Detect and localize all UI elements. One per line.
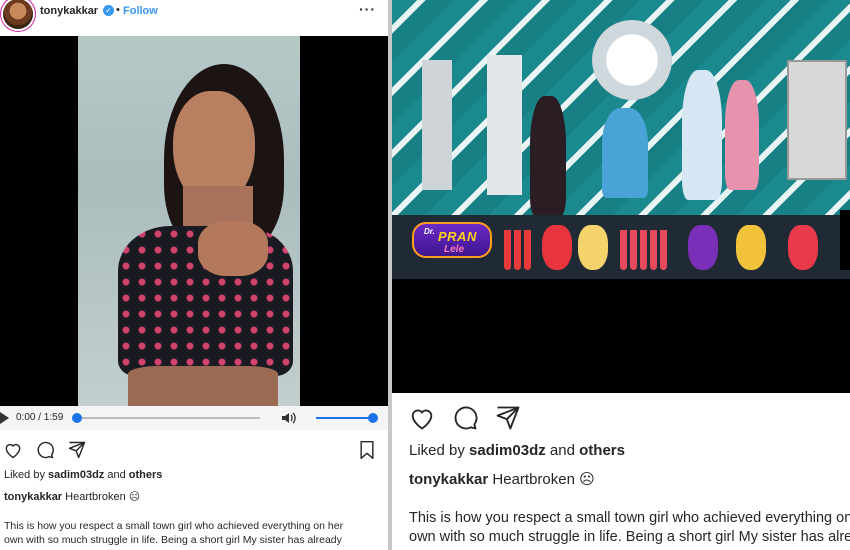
- caption: tonykakkar Heartbroken ☹: [4, 490, 140, 503]
- liker-username-link[interactable]: sadim03dz: [48, 469, 104, 481]
- caption-text: Heartbroken ☹: [492, 471, 595, 488]
- caption-text: Heartbroken ☹: [65, 491, 141, 503]
- right-post: Dr. PRAN Lele Liked by sadim03dz and oth…: [392, 0, 850, 550]
- video-time: 0:00 / 1:59: [16, 412, 64, 423]
- description-line: own with so much struggle in life. Being…: [409, 529, 850, 545]
- and-label: and: [107, 469, 126, 481]
- verified-badge-icon: ✓: [103, 5, 114, 16]
- description: This is how you respect a small town gir…: [409, 509, 850, 547]
- liked-by-label: Liked by: [4, 469, 45, 481]
- avatar[interactable]: [3, 0, 33, 29]
- video-controls: 0:00 / 1:59: [0, 406, 388, 430]
- volume-handle[interactable]: [368, 413, 378, 423]
- caption-username-link[interactable]: tonykakkar: [4, 491, 62, 503]
- username-link[interactable]: tonykakkar: [40, 5, 98, 17]
- post-actions: [0, 440, 388, 464]
- liked-by-label: Liked by: [409, 442, 465, 459]
- post-header: tonykakkar ✓ • Follow ···: [0, 0, 388, 30]
- description: This is how you respect a small town gir…: [4, 519, 380, 547]
- play-icon[interactable]: [0, 412, 9, 424]
- caption: tonykakkar Heartbroken ☹: [409, 470, 595, 488]
- show-logo: Dr. PRAN Lele: [412, 222, 492, 258]
- video-player[interactable]: Dr. PRAN Lele: [392, 0, 850, 393]
- and-label: and: [549, 442, 575, 459]
- others-link[interactable]: others: [579, 442, 625, 459]
- comment-icon[interactable]: [35, 440, 55, 460]
- share-icon[interactable]: [67, 440, 87, 460]
- share-icon[interactable]: [494, 404, 522, 432]
- video-frame: [78, 36, 300, 406]
- heart-icon[interactable]: [3, 440, 23, 460]
- seek-bar[interactable]: [76, 417, 260, 419]
- comment-icon[interactable]: [451, 404, 479, 432]
- likes-line: Liked by sadim03dz and others: [4, 469, 162, 481]
- description-line: own with so much struggle in life. Being…: [4, 534, 342, 546]
- video-frame: Dr. PRAN Lele: [392, 0, 850, 279]
- volume-slider[interactable]: [316, 417, 374, 419]
- video-player[interactable]: [0, 36, 388, 406]
- liker-username-link[interactable]: sadim03dz: [469, 442, 546, 459]
- description-line: This is how you respect a small town gir…: [409, 510, 850, 526]
- description-line: This is how you respect a small town gir…: [4, 520, 344, 532]
- others-link[interactable]: others: [129, 469, 163, 481]
- seek-handle[interactable]: [72, 413, 82, 423]
- left-post: tonykakkar ✓ • Follow ··· 0:00 / 1:59 Li…: [0, 0, 388, 550]
- volume-icon[interactable]: [281, 411, 297, 425]
- separator-dot: •: [116, 4, 120, 16]
- likes-line: Liked by sadim03dz and others: [409, 442, 625, 459]
- post-actions: [392, 404, 850, 434]
- caption-username-link[interactable]: tonykakkar: [409, 471, 488, 488]
- bookmark-icon[interactable]: [358, 440, 376, 460]
- heart-icon[interactable]: [408, 404, 436, 432]
- more-options-icon[interactable]: ···: [359, 1, 376, 17]
- follow-button[interactable]: Follow: [123, 5, 158, 17]
